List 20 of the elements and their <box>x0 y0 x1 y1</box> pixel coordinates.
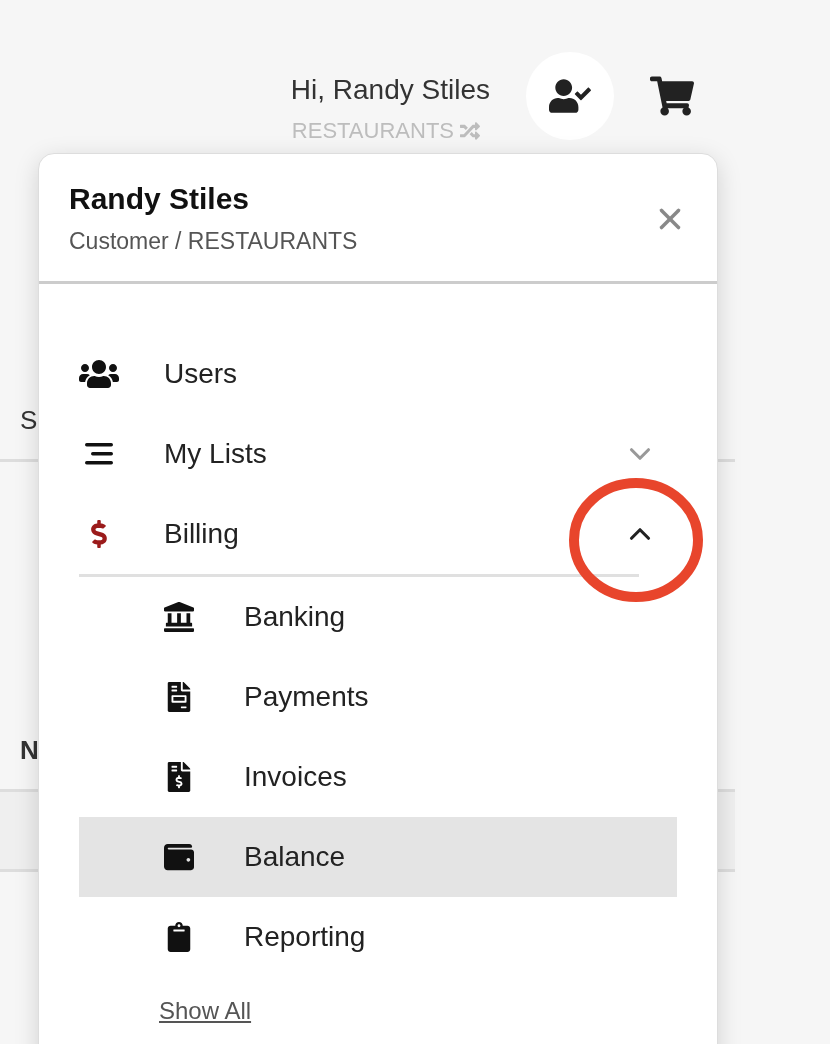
show-all-link[interactable]: Show All <box>159 997 252 1025</box>
column-heading: N <box>20 735 39 766</box>
submenu-item[interactable]: Payments <box>79 657 677 737</box>
submenu-item[interactable]: Balance <box>79 817 677 897</box>
submenu-item[interactable]: Banking <box>79 577 677 657</box>
user-role: Customer / RESTAURANTS <box>69 228 358 255</box>
wallet-icon <box>164 842 194 872</box>
menu-item[interactable]: Billing <box>79 494 677 574</box>
menu-item[interactable]: My Lists <box>79 414 677 494</box>
column-text: S <box>20 405 38 436</box>
submenu-item[interactable]: Invoices <box>79 737 677 817</box>
user-name: Randy Stiles <box>69 182 251 216</box>
cart-icon <box>650 74 694 118</box>
cart-button[interactable] <box>650 74 694 118</box>
submenu-item[interactable]: Reporting <box>79 897 677 977</box>
account-name: RESTAURANTS <box>291 118 454 144</box>
bank-icon <box>164 602 194 632</box>
menu-item[interactable]: Users <box>79 334 677 414</box>
greeting-text: Hi, Randy Stiles <box>290 74 490 106</box>
menu-lines-icon <box>83 442 115 466</box>
